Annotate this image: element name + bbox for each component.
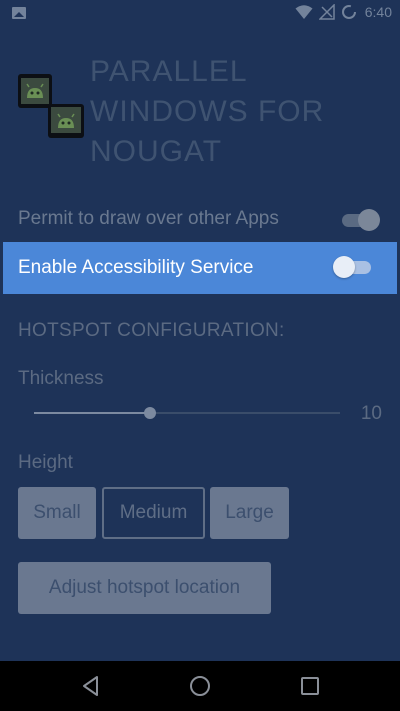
wifi-icon: [295, 5, 313, 19]
toggle-thumb: [358, 209, 380, 231]
height-label: Height: [18, 452, 73, 473]
toggle-thumb: [333, 256, 355, 278]
accessibility-setting[interactable]: Enable Accessibility Service: [3, 242, 397, 294]
slider-knob[interactable]: [144, 407, 156, 419]
navigation-bar: [0, 661, 400, 711]
height-large-button[interactable]: Large: [210, 487, 289, 539]
app-title: PARALLEL WINDOWS FOR NOUGAT: [90, 55, 325, 168]
thickness-label: Thickness: [18, 368, 104, 389]
permit-overlay-toggle[interactable]: [340, 208, 380, 232]
home-icon[interactable]: [187, 673, 213, 699]
permit-overlay-label: Permit to draw over other Apps: [18, 208, 279, 229]
recents-icon[interactable]: [297, 673, 323, 699]
adjust-hotspot-button[interactable]: Adjust hotspot location: [18, 562, 271, 614]
accessibility-label: Enable Accessibility Service: [18, 257, 254, 278]
battery-icon: [341, 5, 356, 19]
thickness-slider[interactable]: [34, 403, 342, 423]
thickness-value: 10: [360, 403, 382, 424]
accessibility-toggle[interactable]: [333, 255, 373, 279]
hotspot-section-title: HOTSPOT CONFIGURATION:: [18, 320, 285, 341]
app-header: PARALLEL WINDOWS FOR NOUGAT: [16, 52, 386, 168]
status-clock: 6:40: [364, 4, 392, 20]
height-small-button[interactable]: Small: [18, 487, 96, 539]
permit-overlay-setting[interactable]: Permit to draw over other Apps: [0, 200, 400, 238]
slider-fill: [34, 412, 150, 414]
height-medium-button[interactable]: Medium: [102, 487, 205, 539]
image-notification-icon: [12, 7, 26, 19]
app-logo-icon: [18, 74, 84, 138]
back-icon[interactable]: [78, 673, 104, 699]
signal-icon: [318, 4, 335, 20]
status-icons: 6:40: [295, 4, 392, 20]
status-bar: 6:40: [0, 0, 400, 26]
